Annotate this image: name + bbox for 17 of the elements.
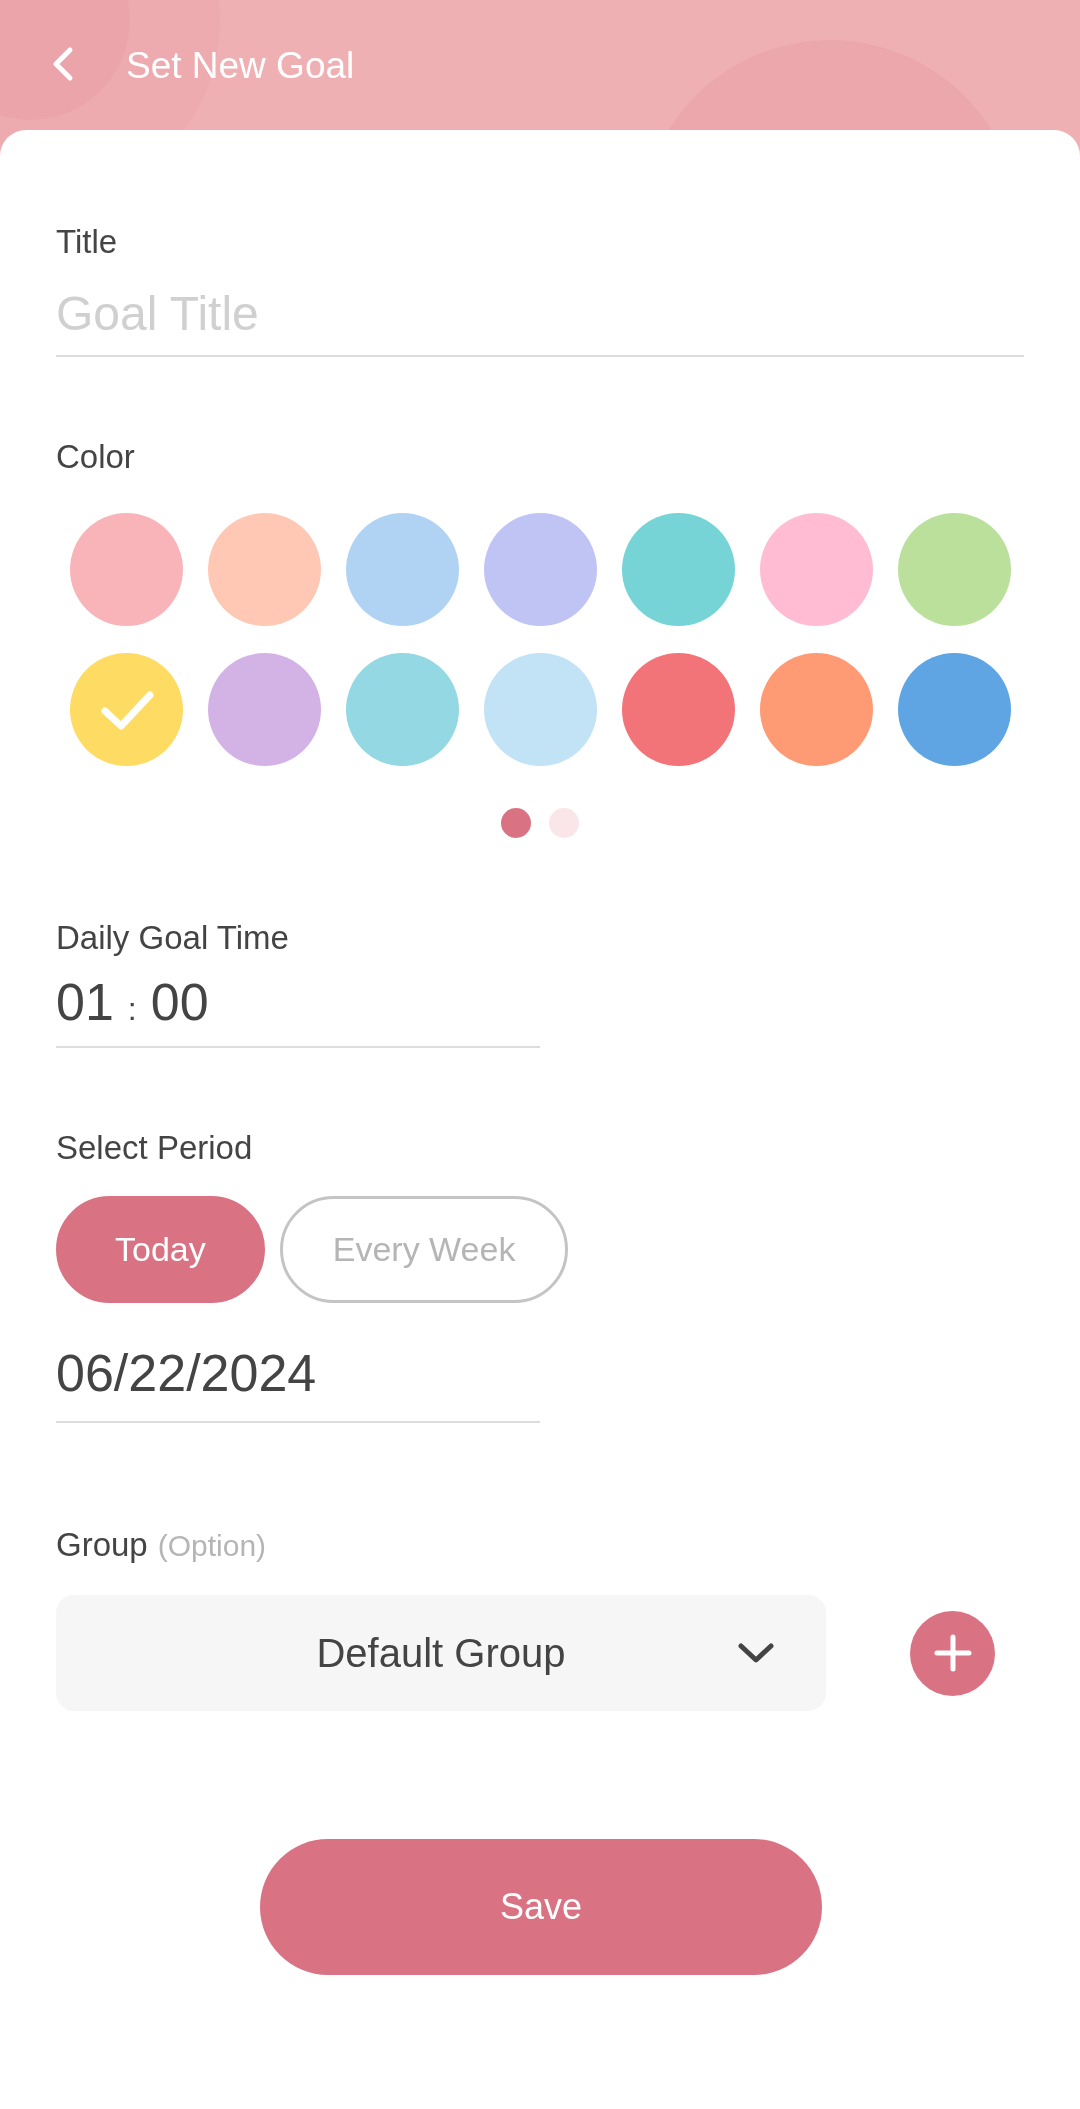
plus-icon bbox=[932, 1633, 973, 1673]
field-label: Color bbox=[56, 437, 136, 477]
time-field[interactable]: 01 : 00 bbox=[56, 958, 540, 1048]
page-indicator-dot[interactable] bbox=[501, 808, 531, 838]
field-label: Group bbox=[56, 1525, 148, 1565]
minutes-value: 00 bbox=[150, 972, 209, 1032]
optional-hint: (Option) bbox=[157, 1529, 267, 1563]
screen-title: Set New Goal bbox=[126, 44, 355, 88]
field-label: Select Period bbox=[56, 1128, 254, 1168]
date-field[interactable]: 06/22/2024 bbox=[56, 1303, 540, 1423]
time-separator: : bbox=[127, 991, 137, 1028]
field-label: Daily Goal Time bbox=[56, 918, 290, 958]
field-label: Title bbox=[56, 222, 119, 262]
hours-value: 01 bbox=[56, 972, 114, 1032]
chevron-down-icon bbox=[736, 1641, 776, 1665]
group-dropdown[interactable]: Default Group bbox=[56, 1595, 826, 1711]
page-indicator-dot[interactable] bbox=[549, 808, 579, 838]
